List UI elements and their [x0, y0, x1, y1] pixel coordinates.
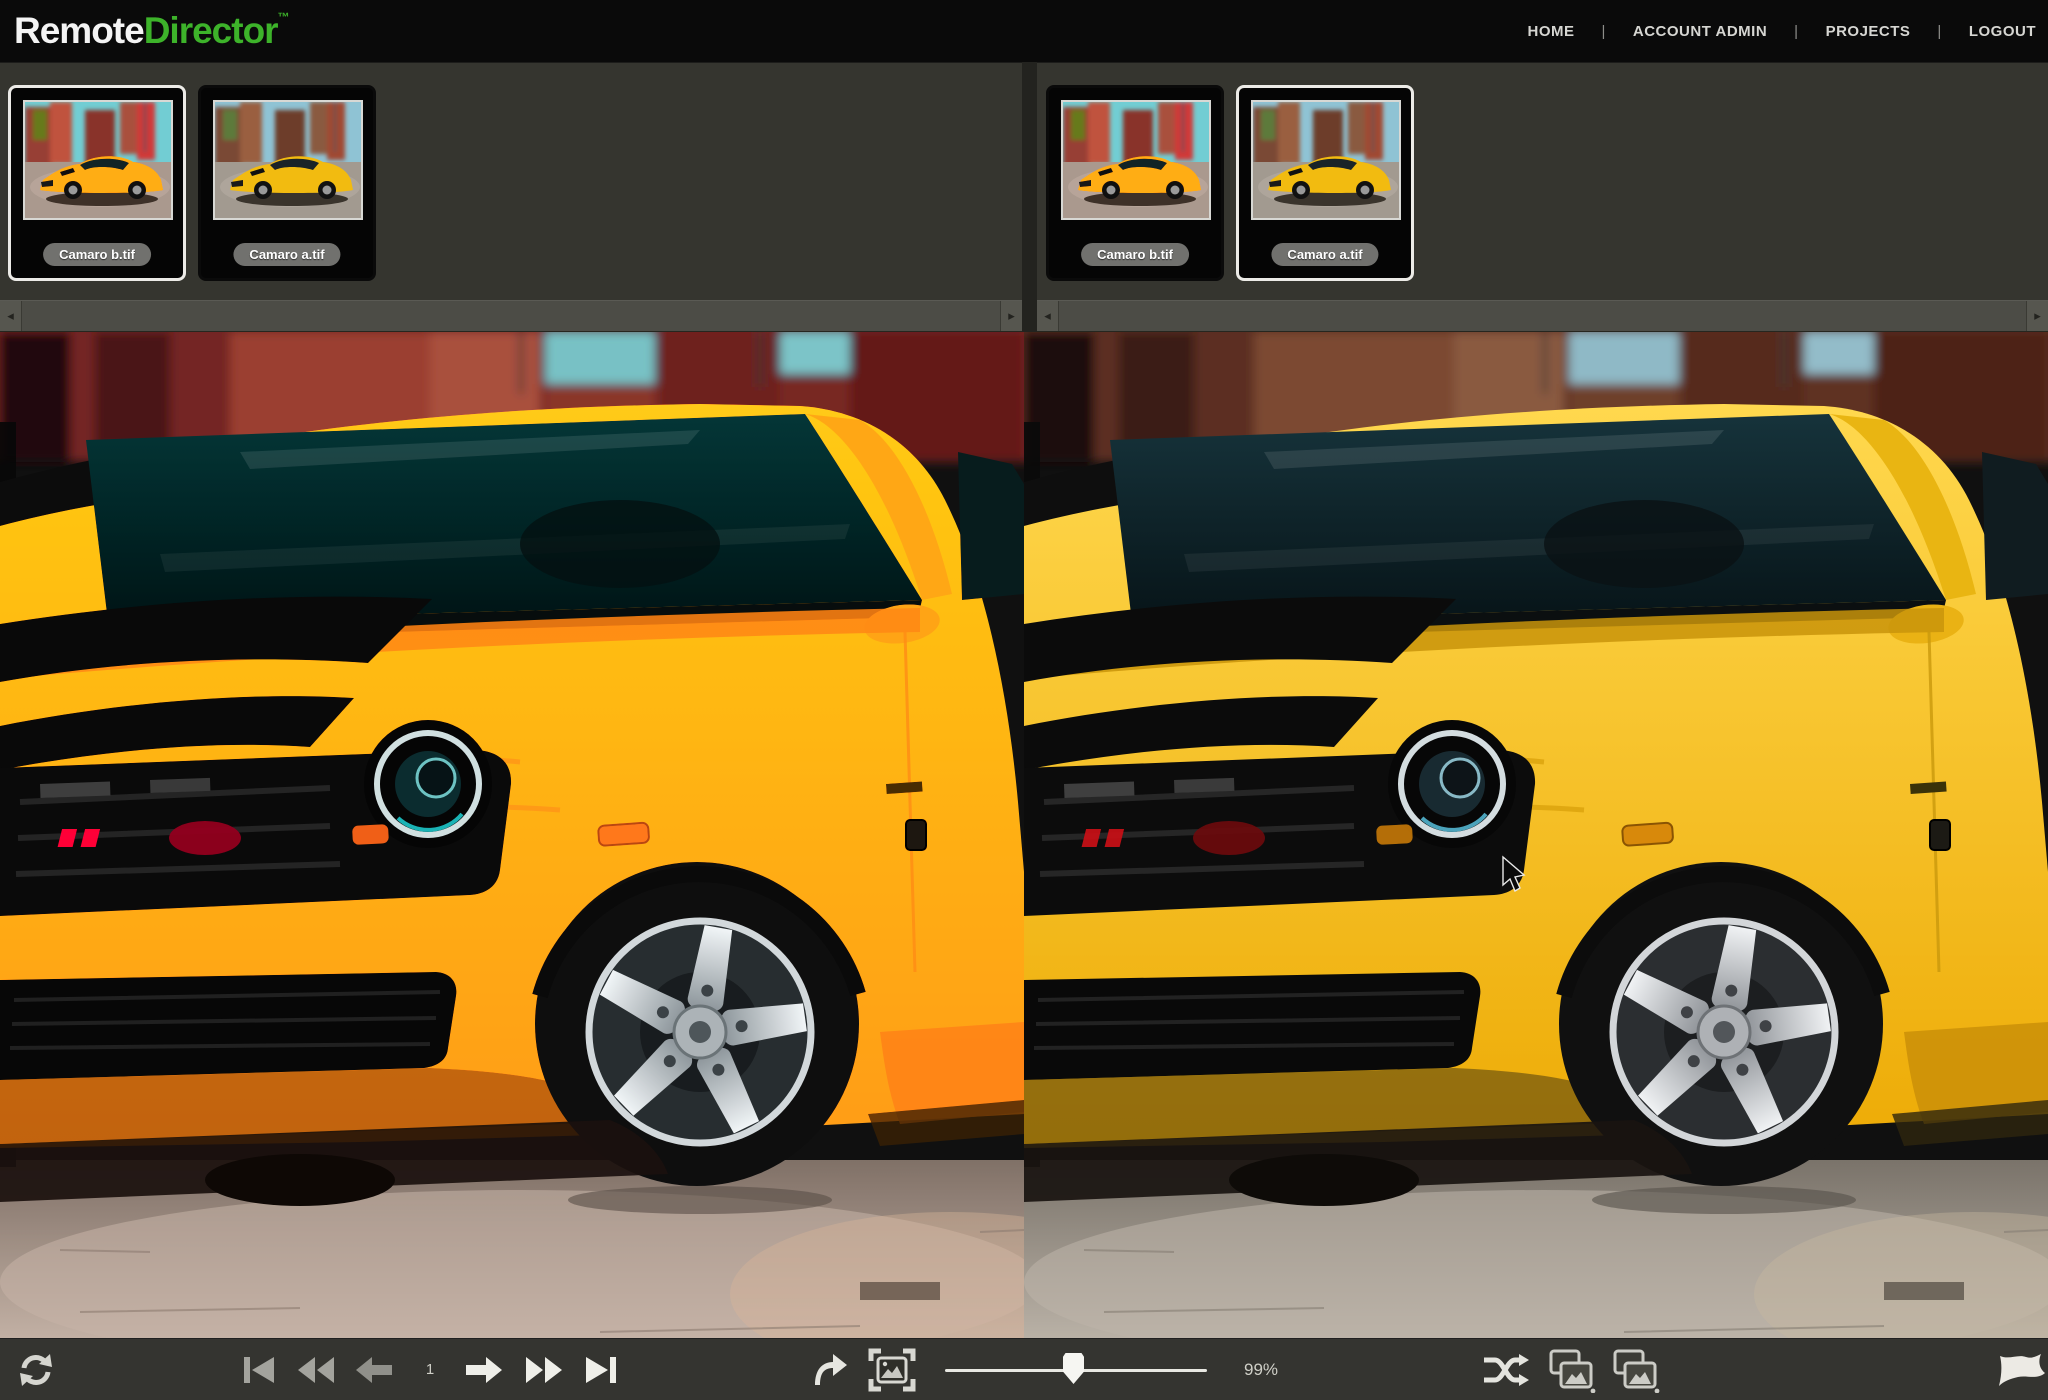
right-thumbnail-camaro-a[interactable]: Camaro a.tif: [1236, 85, 1414, 281]
compare-images-icon: [1544, 1347, 1596, 1393]
fast-rewind-icon: [296, 1355, 336, 1385]
nav-separator: |: [1601, 23, 1605, 40]
compare-images-button-1[interactable]: [1542, 1339, 1598, 1400]
nav-logout[interactable]: LOGOUT: [1969, 23, 2036, 40]
previous-page-button[interactable]: [352, 1339, 396, 1400]
main-nav: HOME | ACCOUNT ADMIN | PROJECTS | LOGOUT: [1527, 23, 2036, 40]
fit-image-icon: [868, 1348, 916, 1392]
next-page-button[interactable]: [462, 1339, 506, 1400]
right-thumbnail-camaro-b[interactable]: Camaro b.tif: [1046, 85, 1224, 281]
right-thumbnail-scrollbar[interactable]: ◂ ▸: [1037, 300, 2048, 332]
first-page-icon: [242, 1355, 278, 1385]
camaro-photo-a: [1024, 332, 2048, 1338]
thumbnail-label: Camaro b.tif: [1081, 243, 1189, 266]
compare-images-icon: [1608, 1347, 1660, 1393]
topbar: RemoteDirector™ HOME | ACCOUNT ADMIN | P…: [0, 0, 2048, 62]
thumbnail-image: [1061, 100, 1211, 220]
panel-divider: [1022, 62, 1037, 332]
scrollbar-right-arrow-icon[interactable]: ▸: [2026, 301, 2048, 331]
scrollbar-left-arrow-icon[interactable]: ◂: [0, 301, 22, 331]
logo-trademark: ™: [278, 10, 289, 24]
previous-page-icon: [355, 1355, 393, 1385]
forward-button[interactable]: [806, 1339, 852, 1400]
left-image-pane[interactable]: [0, 332, 1024, 1338]
thumbnail-image: [1251, 100, 1401, 220]
mouse-cursor-icon: [1500, 855, 1526, 893]
zoom-slider-thumb[interactable]: [1063, 1353, 1084, 1384]
thumbnail-label: Camaro b.tif: [43, 243, 151, 266]
thumbnail-image: [213, 100, 363, 220]
nav-separator: |: [1937, 23, 1941, 40]
fast-rewind-button[interactable]: [292, 1339, 340, 1400]
refresh-button[interactable]: [14, 1339, 58, 1400]
right-image-pane[interactable]: [1024, 332, 2048, 1338]
nav-account-admin[interactable]: ACCOUNT ADMIN: [1633, 23, 1767, 40]
compare-images-button-2[interactable]: [1606, 1339, 1662, 1400]
forward-arrow-icon: [809, 1352, 849, 1388]
flag-icon: [1993, 1350, 2047, 1390]
shuffle-icon: [1482, 1351, 1530, 1389]
nav-separator: |: [1794, 23, 1798, 40]
logo-remote: Remote: [14, 10, 144, 51]
page-number: 1: [420, 1339, 440, 1400]
refresh-icon: [16, 1352, 56, 1388]
last-page-icon: [582, 1355, 618, 1385]
nav-projects[interactable]: PROJECTS: [1826, 23, 1911, 40]
next-page-icon: [465, 1355, 503, 1385]
camaro-photo-b: [0, 332, 1024, 1338]
flag-button[interactable]: [1992, 1339, 2048, 1400]
fit-image-button[interactable]: [866, 1339, 918, 1400]
logo-director: Director: [144, 10, 278, 51]
fast-forward-icon: [524, 1355, 564, 1385]
zoom-percent: 99%: [1244, 1339, 1294, 1400]
thumbnail-label: Camaro a.tif: [233, 243, 340, 266]
scrollbar-left-arrow-icon[interactable]: ◂: [1037, 301, 1059, 331]
scrollbar-right-arrow-icon[interactable]: ▸: [1000, 301, 1022, 331]
left-thumbnail-camaro-b[interactable]: Camaro b.tif: [8, 85, 186, 281]
shuffle-compare-button[interactable]: [1480, 1339, 1532, 1400]
toolbar: 1 99%: [0, 1338, 2048, 1399]
last-page-button[interactable]: [578, 1339, 622, 1400]
remote-director-logo: RemoteDirector™: [14, 10, 289, 52]
nav-home[interactable]: HOME: [1527, 23, 1574, 40]
thumbnail-image: [23, 100, 173, 220]
left-thumbnail-camaro-a[interactable]: Camaro a.tif: [198, 85, 376, 281]
left-thumbnail-scrollbar[interactable]: ◂ ▸: [0, 300, 1022, 332]
thumbnail-label: Camaro a.tif: [1271, 243, 1378, 266]
first-page-button[interactable]: [238, 1339, 282, 1400]
fast-forward-button[interactable]: [520, 1339, 568, 1400]
